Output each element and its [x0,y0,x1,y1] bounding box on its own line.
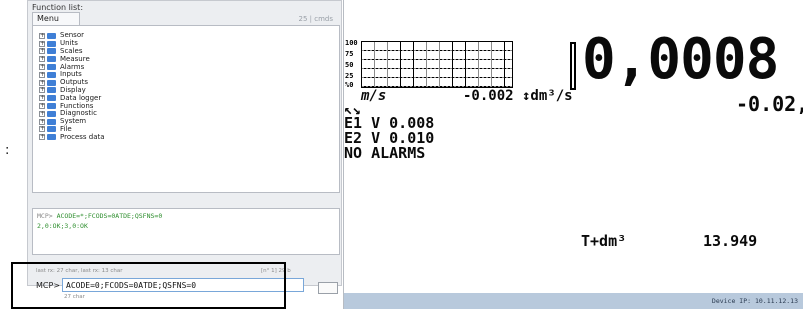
folder-icon [47,103,56,110]
totalizer-label: T+dm³ [581,232,627,250]
plus-icon[interactable]: + [39,126,45,133]
mcp-prompt-label: MCP> [36,281,61,290]
command-log: MCP> ACODE=*;FCODS=0ATDE;QSFNS=0 2,0:OK;… [32,208,340,255]
plus-icon[interactable]: + [39,95,45,102]
unit-secondary: ↕dm³/s [522,88,573,104]
folder-icon [47,71,56,78]
tab-menu[interactable]: Menu [32,12,80,25]
unit-primary: m/s [361,88,387,104]
folder-icon [47,95,56,102]
plus-icon[interactable]: + [39,71,45,78]
tree-item-label: Process data [60,132,105,141]
totalizer-value: 13.949 [703,232,758,250]
tree-item-label: Display [60,85,86,94]
log-prompt: MCP> [37,212,53,220]
plus-icon[interactable]: + [39,40,45,47]
alarm-status: NO ALARMS [344,144,426,162]
folder-icon [47,56,56,63]
tree-item-label: Data logger [60,93,102,102]
tree-item-system[interactable]: + System [39,118,339,126]
value-tertiary: -0.02, [736,92,803,116]
folder-icon [47,32,56,39]
tree-item-label: File [60,124,72,133]
folder-icon [47,48,56,55]
command-count: 25 | cmds [298,15,333,23]
bargraph-y-label: 50 [345,61,354,69]
bar-marker [570,42,576,90]
folder-icon [47,87,56,94]
main-value: 0,0008 [582,27,779,92]
folder-icon [47,118,56,125]
command-input[interactable]: ACODE=0;FCODS=0ATDE;QSFNS=0 [62,278,304,292]
folder-icon [47,110,56,117]
plus-icon[interactable]: + [39,87,45,94]
bargraph-y-label: %0 [345,81,354,89]
plus-icon[interactable]: + [39,48,45,55]
device-display: 100 75 50 25 %0 0,0008 m/s -0.002 ↕dm³/s… [343,0,803,309]
device-ip: Device IP: 10.11.12.13 [711,297,798,305]
tree-item-label: Measure [60,54,90,63]
tree-item-process-data[interactable]: + Process data [39,133,339,141]
function-tree: + Sensor + Units + Scales + Measure + Alarms … [32,25,340,193]
bargraph [361,41,513,88]
tree-item-measure[interactable]: + Measure [39,55,339,63]
tree-item-data-logger[interactable]: + Data logger [39,94,339,102]
function-list-title: Function list: [32,3,84,12]
last-rx-info: last rx: 27 char, last rx: 13 char [36,268,123,274]
plus-icon[interactable]: + [39,64,45,71]
plus-icon[interactable]: + [39,134,45,141]
plus-icon[interactable]: + [39,118,45,125]
bargraph-y-label: 75 [345,50,354,58]
value-secondary: -0.002 [463,88,514,104]
plus-icon[interactable]: + [39,103,45,110]
bargraph-y-label: 25 [345,72,354,80]
tree-item-alarms[interactable]: + Alarms [39,63,339,71]
plus-icon[interactable]: + [39,79,45,86]
plus-icon[interactable]: + [39,110,45,117]
plus-icon[interactable]: + [39,32,45,39]
position-info: [n° 1] 29 b [261,268,291,274]
bargraph-y-label: 100 [345,39,358,47]
tree-item-label: Scales [60,46,83,55]
keyboard-icon[interactable] [318,282,338,294]
outside-colon-text: : [5,143,10,158]
folder-icon [47,126,56,133]
folder-icon [47,79,56,86]
log-reply-line: 2,0:OK;3,0:OK [37,222,88,230]
log-command: ACODE=*;FCODS=0ATDE;QSFNS=0 [56,212,163,220]
folder-icon [47,40,56,47]
status-footer: Device IP: 10.11.12.13 [344,293,803,309]
plus-icon[interactable]: + [39,56,45,63]
function-list-panel: Function list: Menu 25 | cmds + Sensor + U… [27,0,363,300]
log-command-line: MCP> ACODE=*;FCODS=0ATDE;QSFNS=0 [37,212,335,220]
char-count: 27 char [64,294,85,300]
folder-icon [47,64,56,71]
tree-item-sensor[interactable]: + Sensor [39,32,339,40]
folder-icon [47,134,56,141]
tree-item-units[interactable]: + Units [39,40,339,48]
